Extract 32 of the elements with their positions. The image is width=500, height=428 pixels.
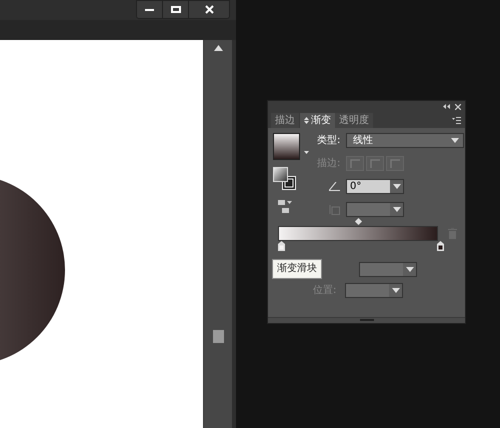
- caret-icon: [392, 184, 400, 189]
- aspect-ratio-field[interactable]: [346, 202, 404, 217]
- panel-tab[interactable]: 透明度: [335, 113, 373, 128]
- gradient-swatch[interactable]: [273, 133, 300, 160]
- opacity-field[interactable]: [359, 262, 417, 276]
- gradient-slider-bar[interactable]: [278, 226, 438, 241]
- scroll-up-icon[interactable]: [214, 45, 222, 51]
- tooltip: 渐变滑块: [272, 259, 322, 279]
- caret-icon: [392, 207, 400, 212]
- close-icon: [204, 5, 214, 14]
- panel-tab[interactable]: 渐变: [300, 113, 335, 128]
- type-dropdown[interactable]: 线性: [346, 133, 464, 148]
- gradient-stop[interactable]: [278, 241, 285, 251]
- fill-stroke-swatch[interactable]: [273, 167, 297, 191]
- caret-icon[interactable]: [304, 151, 309, 154]
- panel-menu-icon[interactable]: [452, 117, 461, 124]
- reverse-gradient-icon[interactable]: [278, 200, 293, 213]
- gradient-stop[interactable]: [437, 241, 444, 251]
- caret-icon: [451, 138, 459, 143]
- scroll-thumb[interactable]: [212, 330, 224, 343]
- caret-icon: [392, 288, 400, 293]
- aspect-ratio-icon: [329, 204, 340, 214]
- panel-tab[interactable]: 描边: [271, 113, 299, 128]
- expand-arrows-icon: [304, 117, 309, 124]
- type-label: 类型:: [317, 136, 342, 146]
- angle-field[interactable]: 0°: [346, 179, 404, 194]
- collapse-icon[interactable]: [443, 104, 450, 109]
- location-field[interactable]: [345, 283, 403, 298]
- angle-icon: [329, 182, 340, 191]
- close-icon[interactable]: [455, 104, 461, 110]
- scrollbar[interactable]: [203, 40, 232, 428]
- caret-icon: [406, 266, 414, 272]
